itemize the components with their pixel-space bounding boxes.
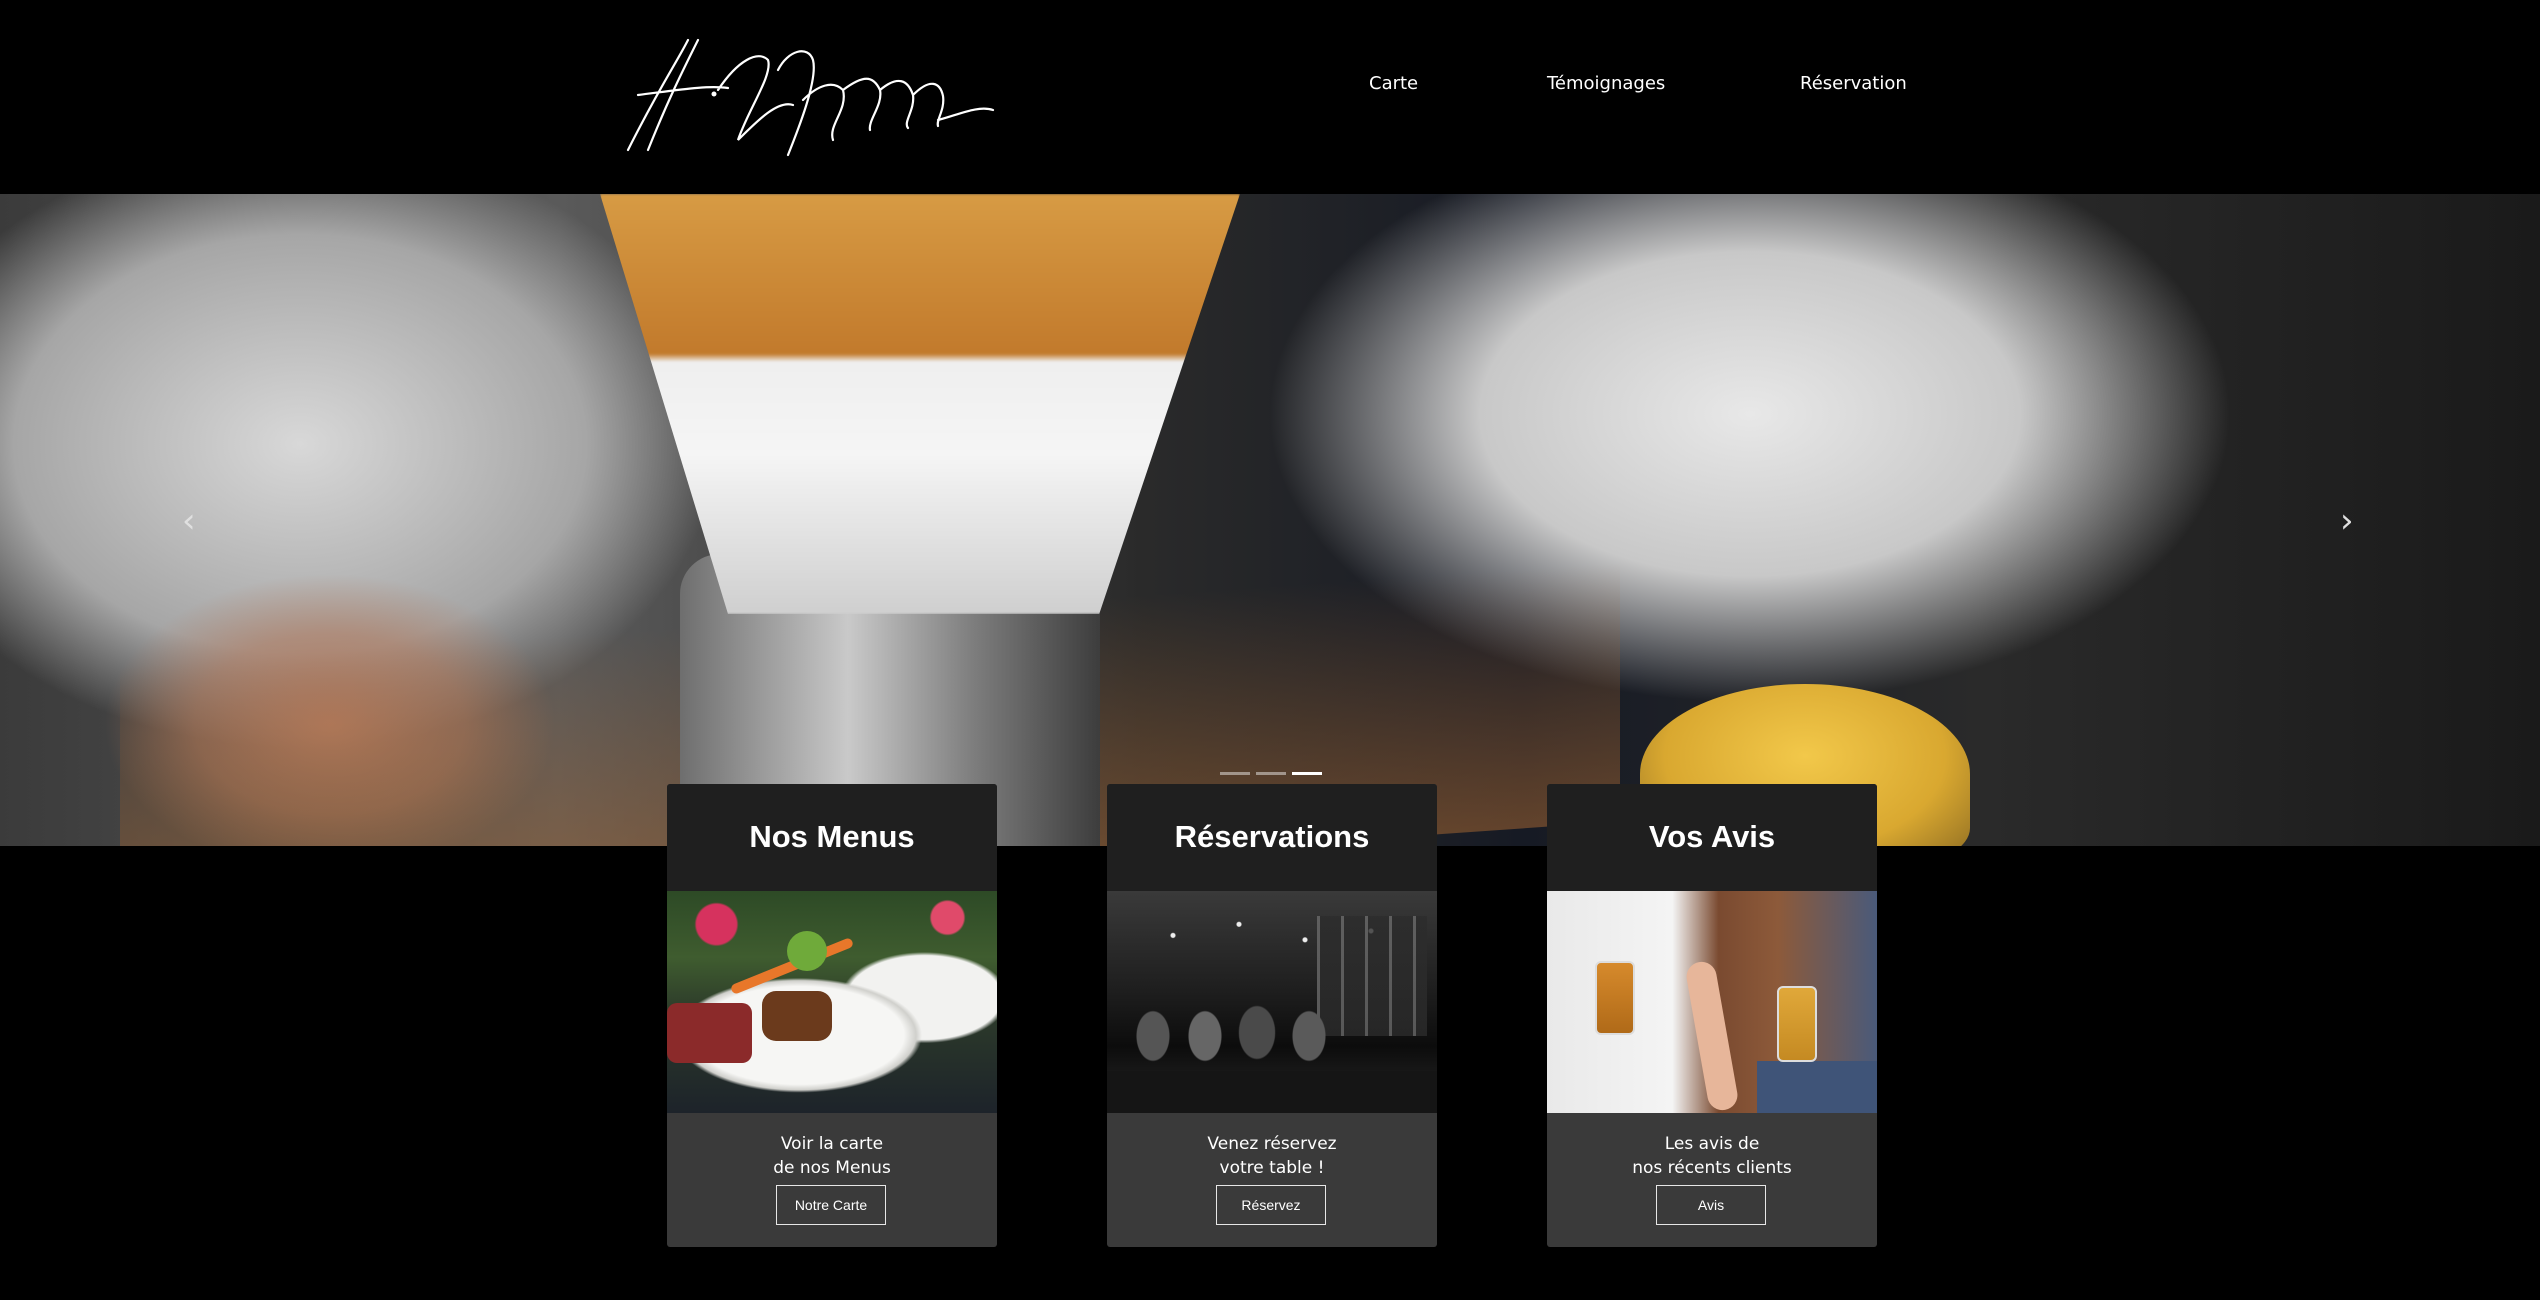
slider-prev-chevron-left-icon[interactable]: ‹ (182, 504, 196, 538)
meat-shape (762, 991, 832, 1041)
friends-drinks-image (1547, 891, 1877, 1113)
jar-shape (1777, 986, 1817, 1062)
people-shape (1127, 1001, 1387, 1071)
card-avis: Vos Avis Les avis de nos récents clients… (1547, 784, 1877, 1247)
hero-slider: ‹ › (0, 194, 2540, 846)
card-text-line: Venez réservez (1207, 1134, 1337, 1154)
food-plate-image (667, 891, 997, 1113)
card-title: Nos Menus (749, 819, 915, 854)
card-header: Réservations (1107, 784, 1437, 891)
card-menus: Nos Menus Voir la carte de nos Menus Not… (667, 784, 997, 1247)
jar-shape (1595, 961, 1635, 1035)
restaurant-interior-image (1107, 891, 1437, 1113)
jeans-shape (1757, 1061, 1877, 1113)
site-header: Carte Témoignages Réservation (0, 0, 2540, 194)
card-text-line: de nos Menus (773, 1158, 891, 1178)
avis-button[interactable]: Avis (1656, 1185, 1766, 1225)
signature-logo[interactable] (618, 30, 998, 165)
nav-link-reservation[interactable]: Réservation (1800, 73, 1907, 94)
card-text-line: nos récents clients (1632, 1158, 1792, 1178)
fries-cone-image (600, 194, 1240, 614)
slider-dot[interactable] (1256, 772, 1286, 775)
card-title: Réservations (1174, 819, 1370, 854)
card-reservations: Réservations Venez réservez votre table … (1107, 784, 1437, 1247)
card-text-line: Voir la carte (780, 1134, 884, 1154)
card-text-line: Les avis de (1664, 1134, 1760, 1154)
greens-shape (787, 931, 827, 971)
steak-shape (667, 1003, 752, 1063)
slider-dot[interactable] (1220, 772, 1250, 775)
card-description: Venez réservez votre table ! (1107, 1132, 1437, 1180)
nav-link-temoignages[interactable]: Témoignages (1547, 73, 1665, 94)
notre-carte-button[interactable]: Notre Carte (776, 1185, 886, 1225)
arm-shape (1684, 959, 1740, 1113)
card-description: Les avis de nos récents clients (1547, 1132, 1877, 1180)
counter-shape (1107, 1071, 1437, 1113)
reservez-button[interactable]: Réservez (1216, 1185, 1326, 1225)
card-description: Voir la carte de nos Menus (667, 1132, 997, 1180)
card-header: Vos Avis (1547, 784, 1877, 891)
slider-dot-active[interactable] (1292, 772, 1322, 775)
slider-next-chevron-right-icon[interactable]: › (2340, 504, 2354, 538)
card-header: Nos Menus (667, 784, 997, 891)
card-title: Vos Avis (1648, 819, 1776, 854)
card-text-line: votre table ! (1219, 1158, 1325, 1178)
nav-link-carte[interactable]: Carte (1369, 73, 1418, 94)
